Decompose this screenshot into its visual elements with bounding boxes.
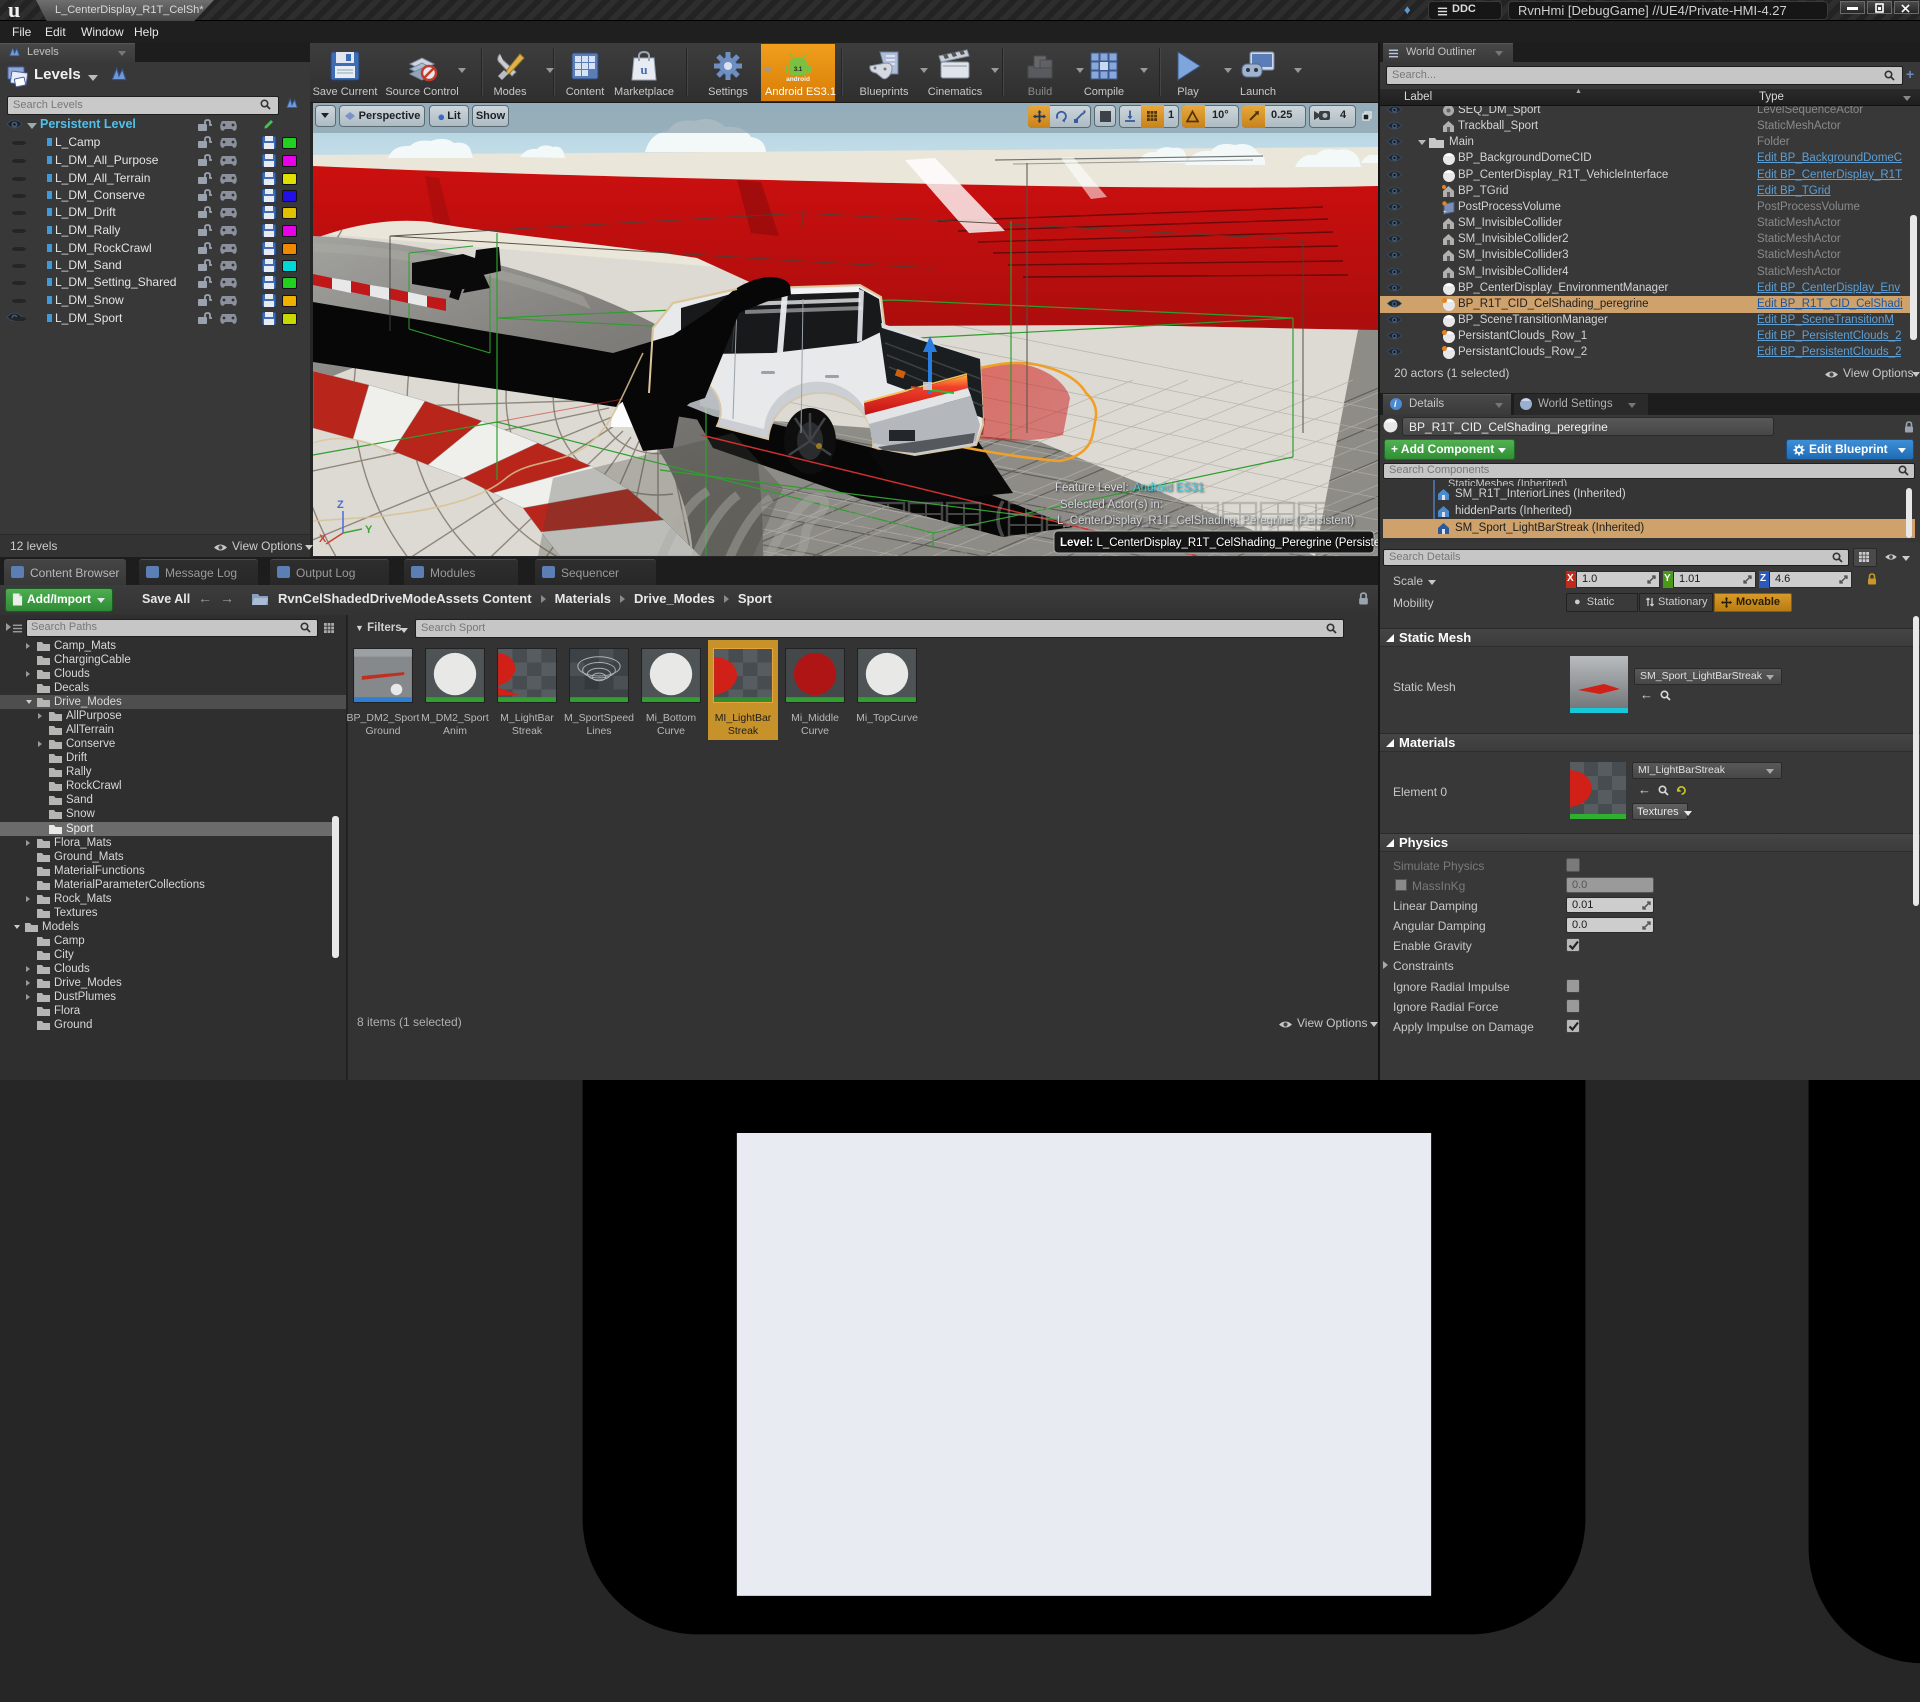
- svg-text:Z: Z: [337, 499, 344, 511]
- svg-text:L_CenterDisplay_R1T_CelShading: L_CenterDisplay_R1T_CelShading_Peregrine…: [1057, 515, 1354, 527]
- svg-text:Feature Level:: Feature Level:: [1055, 482, 1129, 494]
- svg-text:Y: Y: [365, 524, 373, 536]
- svg-text:Android ES31: Android ES31: [1133, 482, 1204, 494]
- svg-text:u: u: [640, 62, 647, 77]
- svg-text:android: android: [786, 76, 810, 83]
- svg-text:X: X: [319, 533, 327, 545]
- svg-text:Selected Actor(s) in:: Selected Actor(s) in:: [1060, 499, 1163, 511]
- svg-text:3.1: 3.1: [794, 67, 803, 73]
- svg-text:Level: L_CenterDisplay_R1T_Ce: Level: L_CenterDisplay_R1T_CelShading_Pe…: [1060, 537, 1378, 549]
- svg-text:+: +: [1443, 210, 1447, 215]
